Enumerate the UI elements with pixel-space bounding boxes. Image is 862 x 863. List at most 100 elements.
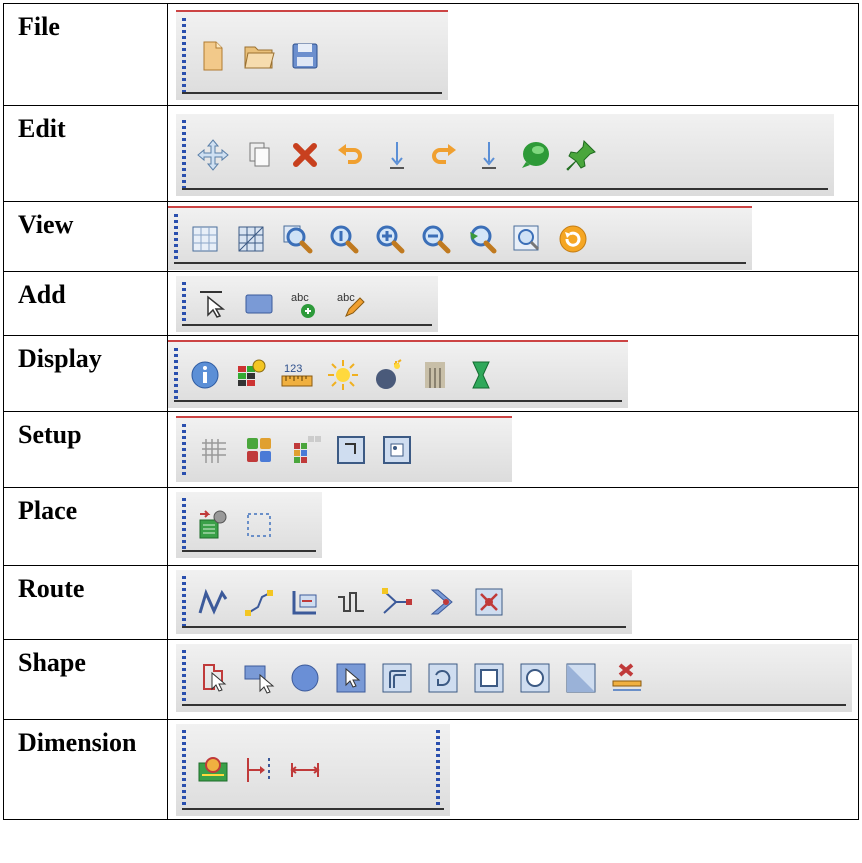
row-label-dimension: Dimension	[3, 719, 168, 820]
copy-icon[interactable]	[242, 138, 276, 172]
hourglass-icon[interactable]	[464, 358, 498, 392]
undo-icon[interactable]	[334, 138, 368, 172]
route-wave-icon[interactable]	[196, 585, 230, 619]
place-component-icon[interactable]	[196, 508, 230, 542]
move-icon[interactable]	[196, 138, 230, 172]
zoom-window-icon[interactable]	[280, 222, 314, 256]
circle-square-icon[interactable]	[518, 661, 552, 695]
bomb-icon[interactable]	[372, 358, 406, 392]
undo-down-icon[interactable]	[380, 138, 414, 172]
toolbar-grip[interactable]	[182, 18, 186, 94]
dimension-left-icon[interactable]	[242, 753, 276, 787]
row-label-setup: Setup	[3, 411, 168, 488]
toolbar-grip[interactable]	[182, 424, 186, 476]
zoom-out-icon[interactable]	[418, 222, 452, 256]
open-folder-icon[interactable]	[242, 39, 276, 73]
toolbar-grip[interactable]	[174, 348, 178, 402]
frame-icon[interactable]	[334, 433, 368, 467]
toolbar-edit	[176, 114, 834, 196]
shape-select-icon[interactable]	[196, 661, 230, 695]
row-label-route: Route	[3, 565, 168, 640]
toolbar-setup-cell	[167, 411, 859, 488]
toolbar-table: File Edit View Add abc abc Display 123 S…	[3, 3, 859, 820]
shade-square-icon[interactable]	[564, 661, 598, 695]
toolbar-file-cell	[167, 3, 859, 106]
rotate-square-icon[interactable]	[426, 661, 460, 695]
toolbar-grip[interactable]	[182, 498, 186, 552]
sun-icon[interactable]	[326, 358, 360, 392]
toolbar-grip[interactable]	[182, 730, 186, 810]
grid-view-icon[interactable]	[188, 222, 222, 256]
comb-icon[interactable]	[418, 358, 452, 392]
toolbar-grip[interactable]	[174, 214, 178, 264]
toolbar-grip[interactable]	[182, 120, 186, 190]
toolbar-grip-end[interactable]	[436, 730, 440, 810]
refresh-icon[interactable]	[556, 222, 590, 256]
toolbar-display: 123	[168, 340, 628, 408]
row-label-edit: Edit	[3, 105, 168, 202]
row-label-file: File	[3, 3, 168, 106]
save-icon[interactable]	[288, 39, 322, 73]
toolbar-view	[168, 206, 752, 270]
new-file-icon[interactable]	[196, 39, 230, 73]
toolbar-display-cell: 123	[167, 335, 859, 412]
zoom-in-icon[interactable]	[372, 222, 406, 256]
frame-dot-icon[interactable]	[380, 433, 414, 467]
redo-down-icon[interactable]	[472, 138, 506, 172]
toolbar-shape-cell	[167, 639, 859, 720]
toolbar-grip[interactable]	[182, 576, 186, 628]
row-label-place: Place	[3, 487, 168, 566]
route-step-icon[interactable]	[334, 585, 368, 619]
route-fork-icon[interactable]	[380, 585, 414, 619]
row-label-view: View	[3, 201, 168, 272]
layers-icon[interactable]	[288, 433, 322, 467]
element-info-icon[interactable]	[234, 358, 268, 392]
toolbar-shape	[176, 644, 852, 712]
circle-icon[interactable]	[288, 661, 322, 695]
select-square-icon[interactable]	[334, 661, 368, 695]
toolbar-edit-cell	[167, 105, 859, 202]
toolbar-dimension-cell	[167, 719, 859, 820]
toolbar-file	[176, 10, 448, 100]
toolbar-setup	[176, 416, 512, 482]
toolbar-add-cell: abc abc	[167, 271, 859, 336]
shape-box-select-icon[interactable]	[242, 661, 276, 695]
grid-icon[interactable]	[196, 433, 230, 467]
delete-icon[interactable]	[288, 138, 322, 172]
route-bend-icon[interactable]	[288, 585, 322, 619]
ruler-icon[interactable]: 123	[280, 358, 314, 392]
row-label-add: Add	[3, 271, 168, 336]
redo-icon[interactable]	[426, 138, 460, 172]
svg-text:abc: abc	[337, 292, 355, 304]
rectangle-icon[interactable]	[242, 287, 276, 321]
toolbar-grip[interactable]	[182, 650, 186, 706]
pin-icon[interactable]	[564, 138, 598, 172]
toolbar-place-cell	[167, 487, 859, 566]
route-box-icon[interactable]	[472, 585, 506, 619]
zoom-fit-icon[interactable]	[326, 222, 360, 256]
add-text-icon[interactable]: abc	[288, 287, 322, 321]
select-line-icon[interactable]	[196, 287, 230, 321]
edit-text-icon[interactable]: abc	[334, 287, 368, 321]
toolbar-dimension	[176, 724, 450, 816]
toolbar-add: abc abc	[176, 276, 438, 332]
zoom-previous-icon[interactable]	[464, 222, 498, 256]
toolbar-view-cell	[167, 201, 859, 272]
route-line-icon[interactable]	[242, 585, 276, 619]
toolbar-route-cell	[167, 565, 859, 640]
row-label-display: Display	[3, 335, 168, 412]
dimension-both-icon[interactable]	[288, 753, 322, 787]
toolbar-grip[interactable]	[182, 282, 186, 326]
zoom-selection-icon[interactable]	[510, 222, 544, 256]
dashed-box-icon[interactable]	[242, 508, 276, 542]
delete-bar-icon[interactable]	[610, 661, 644, 695]
color-palette-icon[interactable]	[242, 433, 276, 467]
route-chevron-icon[interactable]	[426, 585, 460, 619]
rounded-square-icon[interactable]	[380, 661, 414, 695]
dimension-board-icon[interactable]	[196, 753, 230, 787]
grid-view-2-icon[interactable]	[234, 222, 268, 256]
square-icon[interactable]	[472, 661, 506, 695]
info-icon[interactable]	[188, 358, 222, 392]
green-ball-icon[interactable]	[518, 138, 552, 172]
svg-text:abc: abc	[291, 292, 309, 304]
